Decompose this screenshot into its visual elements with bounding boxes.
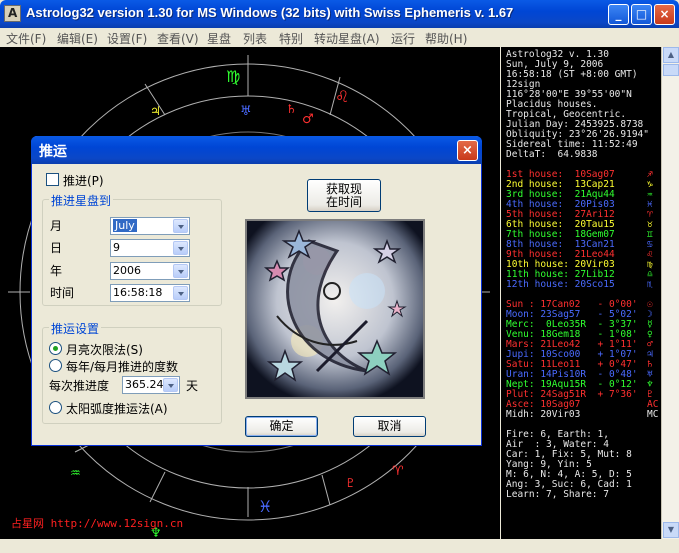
menu-view[interactable]: 查看(V): [157, 30, 199, 47]
cancel-button[interactable]: 取消: [353, 416, 426, 437]
chart-info-panel: Astrolog32 v. 1.30 Sun, July 9, 2006 16:58…: [501, 47, 661, 539]
window-title: Astrolog32 version 1.30 for MS Windows (…: [26, 5, 514, 20]
solar-arc-label[interactable]: 太阳弧度推运法(A): [66, 400, 168, 417]
planet-mars-icon: ♂: [302, 112, 314, 127]
sign-virgo-icon: ♍: [226, 67, 240, 86]
rate-unit-label: 天: [186, 379, 199, 393]
chevron-down-icon[interactable]: [173, 264, 188, 278]
menu-rotate-chart[interactable]: 转动星盘(A): [314, 30, 380, 47]
secondary-progression-radio[interactable]: [49, 342, 62, 355]
moon-stars-illustration: [247, 221, 423, 397]
sign-aquarius-icon: ♒: [70, 466, 81, 480]
planet-pluto-icon: ♇: [345, 476, 356, 490]
dialog-close-button[interactable]: ×: [457, 140, 478, 161]
menu-help[interactable]: 帮助(H): [425, 30, 467, 47]
progression-dialog[interactable]: 推运 × 推进(P) 获取现 在时间 推进星盘到 月 July 日 9 年 20…: [31, 136, 482, 446]
house-cusp-line: 12th house: 20Sco15: [506, 279, 615, 290]
chevron-down-icon[interactable]: [163, 378, 178, 392]
rate-label: 每次推进度: [49, 379, 110, 393]
menu-special[interactable]: 特别: [279, 30, 303, 47]
month-select[interactable]: July: [110, 217, 190, 235]
scroll-up-icon[interactable]: ▲: [663, 47, 679, 63]
planet-uranus-icon: ♅: [240, 104, 252, 119]
menu-edit[interactable]: 编辑(E): [57, 30, 98, 47]
solar-arc-radio[interactable]: [49, 401, 62, 414]
maximize-button[interactable]: □: [631, 4, 652, 25]
target-date-group-title: 推进星盘到: [49, 192, 114, 209]
year-value: 2006: [113, 264, 141, 277]
chevron-down-icon[interactable]: [173, 286, 188, 300]
progress-checkbox[interactable]: [46, 173, 59, 186]
menu-settings[interactable]: 设置(F): [107, 30, 147, 47]
dialog-title: 推运: [39, 144, 67, 160]
scroll-down-icon[interactable]: ▼: [663, 522, 679, 538]
glyph-icon: ♏: [647, 279, 653, 290]
progress-label[interactable]: 推进(P): [63, 172, 104, 189]
dialog-titlebar[interactable]: 推运 ×: [31, 136, 482, 164]
degree-per-period-radio[interactable]: [49, 359, 62, 372]
menu-file[interactable]: 文件(F): [6, 30, 46, 47]
time-label: 时间: [50, 286, 75, 300]
progression-settings-group-title: 推运设置: [49, 320, 102, 337]
menu-bar: 文件(F) 编辑(E) 设置(F) 查看(V) 星盘 列表 特别 转动星盘(A)…: [0, 28, 679, 47]
planet-position-line: Midh: 20Vir03: [506, 409, 581, 420]
year-select[interactable]: 2006: [110, 262, 190, 280]
site-brand[interactable]: 占星网 http://www.12sign.cn: [11, 515, 183, 531]
app-icon[interactable]: [4, 5, 21, 22]
close-button[interactable]: ×: [654, 4, 675, 25]
chevron-down-icon[interactable]: [173, 219, 188, 233]
moon-stars-picture: [245, 219, 425, 399]
planet-saturn-icon: ♄: [286, 102, 297, 116]
menu-run[interactable]: 运行: [391, 30, 415, 47]
info-header-line: DeltaT: 64.9838: [506, 149, 598, 160]
minimize-button[interactable]: _: [608, 4, 629, 25]
ok-button[interactable]: 确定: [245, 416, 318, 437]
rate-select[interactable]: 365.2422: [122, 376, 180, 394]
secondary-progression-label[interactable]: 月亮次限法(S): [66, 341, 143, 358]
fetch-current-time-button[interactable]: 获取现 在时间: [307, 179, 381, 212]
day-label: 日: [50, 241, 63, 255]
scroll-thumb[interactable]: [663, 64, 679, 76]
planet-jupiter-icon: ♃: [150, 104, 161, 118]
degree-per-period-label[interactable]: 每年/每月推进的度数: [66, 358, 178, 375]
menu-list[interactable]: 列表: [243, 30, 267, 47]
vertical-scrollbar[interactable]: ▲ ▼: [661, 47, 679, 539]
window-titlebar[interactable]: Astrolog32 version 1.30 for MS Windows (…: [0, 0, 679, 28]
sign-aries-icon: ♈: [392, 464, 404, 479]
sign-leo-icon: ♌: [335, 87, 349, 106]
element-summary-line: Learn: 7, Share: 7: [506, 489, 609, 500]
year-label: 年: [50, 264, 63, 278]
time-value: 16:58:18: [113, 286, 163, 299]
time-select[interactable]: 16:58:18: [110, 284, 190, 302]
glyph-icon: MC: [647, 409, 659, 420]
status-strip: [0, 539, 679, 553]
menu-chart[interactable]: 星盘: [207, 30, 231, 47]
day-value: 9: [113, 241, 120, 254]
chevron-down-icon[interactable]: [173, 241, 188, 255]
sign-pisces-icon: ♓: [258, 497, 272, 516]
month-label: 月: [50, 219, 63, 233]
day-select[interactable]: 9: [110, 239, 190, 257]
month-value: July: [113, 219, 137, 232]
